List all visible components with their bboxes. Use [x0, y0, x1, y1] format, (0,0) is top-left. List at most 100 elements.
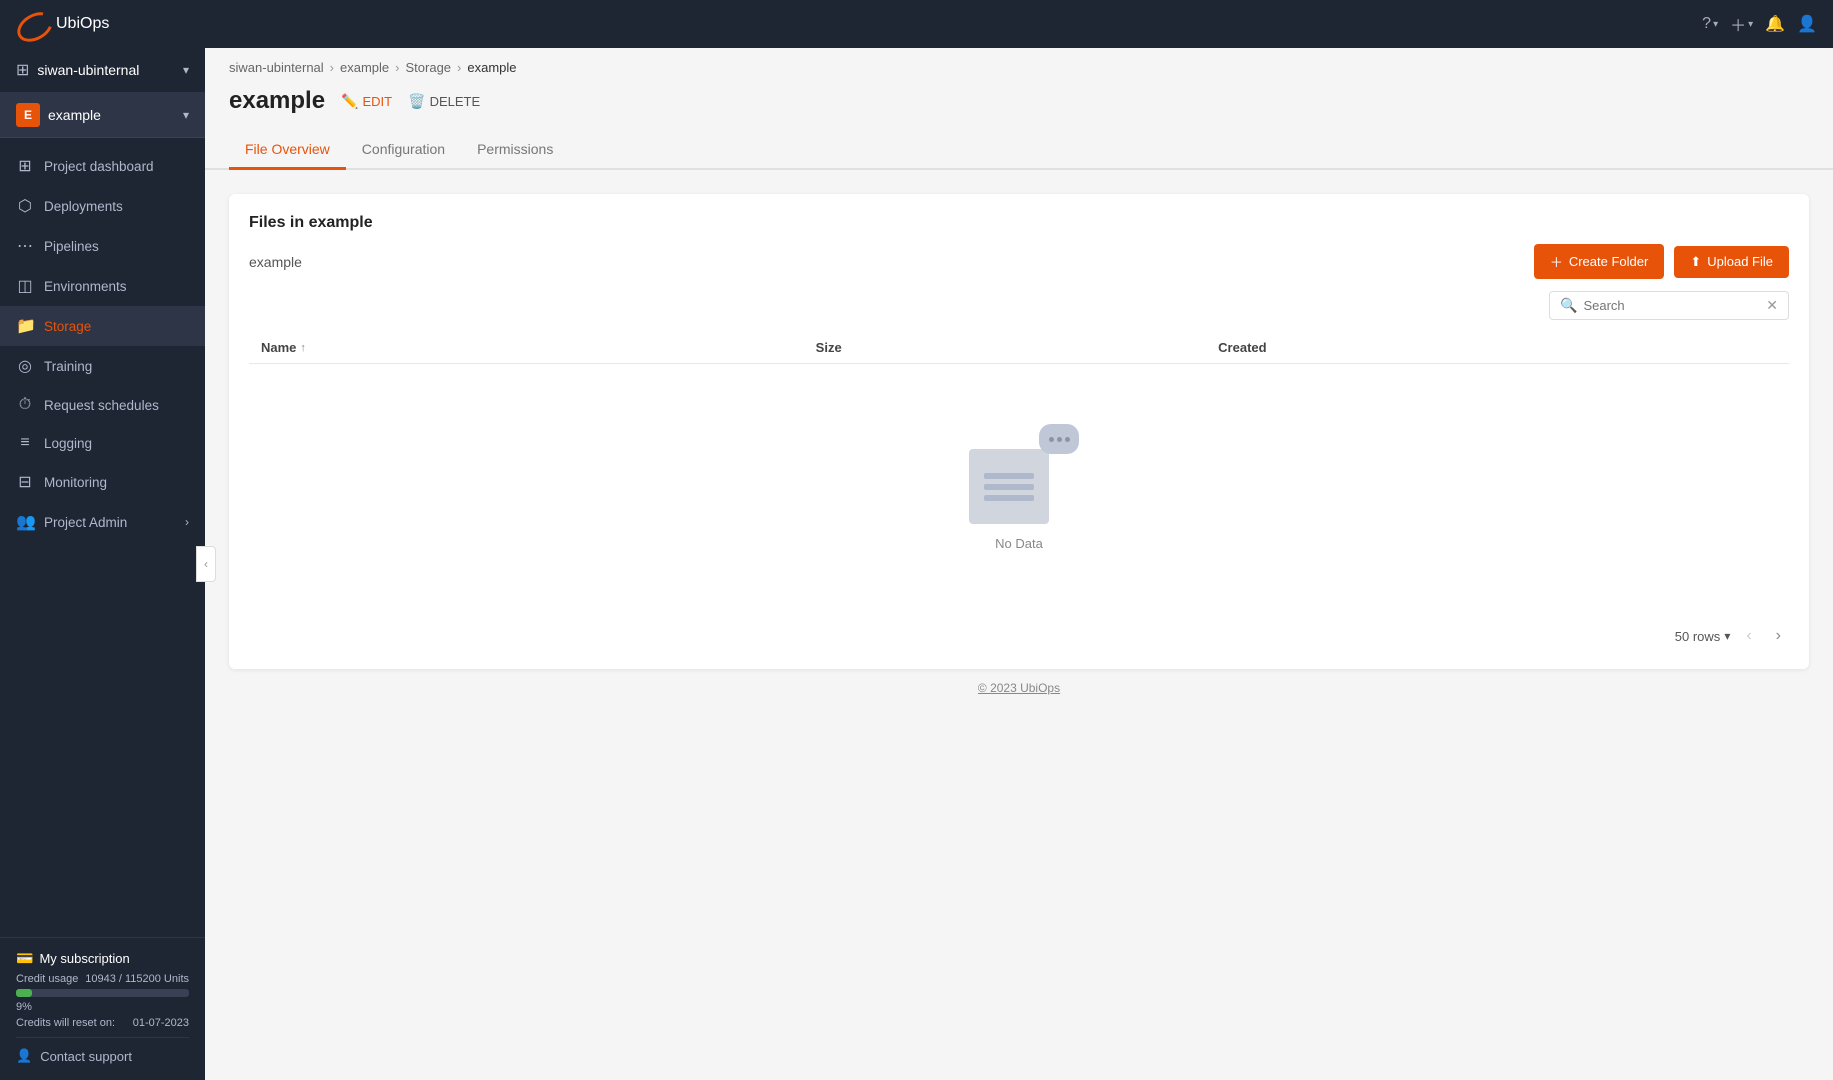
table-header: Name ↑ Size Created [249, 332, 1789, 364]
credit-usage-row: Credit usage 10943 / 115200 Units [16, 973, 189, 985]
logo-icon [16, 14, 48, 34]
sidebar-item-logging[interactable]: ≡ Logging [0, 424, 205, 462]
delete-icon: 🗑️ [408, 93, 425, 110]
tab-configuration[interactable]: Configuration [346, 131, 461, 170]
no-data-doc-icon [969, 449, 1049, 524]
page-header: example ✏️ EDIT 🗑️ DELETE [205, 83, 1833, 131]
org-selector[interactable]: ⊞ siwan-ubinternal ▾ [0, 48, 205, 93]
sidebar-item-pipelines[interactable]: ⋯ Pipelines [0, 226, 205, 266]
sidebar-label: Request schedules [44, 398, 189, 413]
sidebar-label: Training [44, 359, 189, 374]
doc-line-3 [984, 495, 1034, 501]
org-grid-icon: ⊞ [16, 60, 29, 80]
breadcrumb-org[interactable]: siwan-ubinternal [229, 60, 324, 75]
tab-file-overview[interactable]: File Overview [229, 131, 346, 170]
sidebar-item-training[interactable]: ◎ Training [0, 346, 205, 386]
sidebar-collapse-button[interactable]: ‹ [196, 546, 216, 582]
add-button[interactable]: ＋ ▾ [1730, 12, 1753, 36]
no-data-illustration [959, 424, 1079, 524]
org-name: siwan-ubinternal [37, 62, 139, 78]
page-title: example [229, 87, 325, 115]
doc-line-1 [984, 473, 1034, 479]
pipelines-icon: ⋯ [16, 236, 34, 256]
edit-icon: ✏️ [341, 93, 358, 110]
footer: © 2023 UbiOps [229, 669, 1809, 707]
rows-chevron-icon: ▾ [1724, 629, 1730, 643]
tab-permissions-label: Permissions [477, 141, 553, 157]
delete-button[interactable]: 🗑️ DELETE [408, 93, 480, 110]
upload-icon: ⬆ [1690, 254, 1701, 270]
clear-search-icon[interactable]: ✕ [1766, 297, 1778, 314]
bubble-dot-3 [1065, 437, 1070, 442]
notifications-button[interactable]: 🔔 [1765, 14, 1785, 34]
project-selector[interactable]: E example ▾ [0, 93, 205, 138]
storage-icon: 📁 [16, 316, 34, 336]
create-folder-button[interactable]: ＋ Create Folder [1534, 244, 1665, 279]
no-data-label: No Data [995, 536, 1043, 551]
schedules-icon: ⏱ [16, 396, 34, 414]
user-icon: 👤 [1797, 14, 1817, 34]
sidebar-label: Project Admin [44, 515, 175, 530]
content-area: Files in example example ＋ Create Folder… [205, 170, 1833, 1080]
profile-button[interactable]: 👤 [1797, 14, 1817, 34]
contact-support-link[interactable]: 👤 Contact support [16, 1037, 189, 1068]
col-name: Name ↑ [249, 332, 804, 364]
help-chevron: ▾ [1713, 19, 1718, 30]
tab-permissions[interactable]: Permissions [461, 131, 569, 170]
help-button[interactable]: ? ▾ [1702, 15, 1718, 33]
sidebar-item-environments[interactable]: ◫ Environments [0, 266, 205, 306]
sidebar-item-request-schedules[interactable]: ⏱ Request schedules [0, 386, 205, 424]
top-nav: UbiOps ? ▾ ＋ ▾ 🔔 👤 [0, 0, 1833, 48]
credit-reset-row: Credits will reset on: 01-07-2023 [16, 1017, 189, 1029]
breadcrumb-current: example [467, 60, 516, 75]
support-icon: 👤 [16, 1048, 32, 1064]
sort-asc-icon: ↑ [300, 342, 306, 354]
next-page-button[interactable]: › [1768, 623, 1789, 649]
add-icon: ＋ [1730, 12, 1746, 36]
breadcrumb-sep-1: › [330, 60, 334, 75]
sidebar-item-storage[interactable]: 📁 Storage [0, 306, 205, 346]
name-sort-button[interactable]: Name ↑ [261, 340, 792, 355]
search-input[interactable] [1583, 298, 1760, 313]
doc-line-2 [984, 484, 1034, 490]
credit-value: 10943 / 115200 Units [85, 973, 189, 985]
project-avatar: E [16, 103, 40, 127]
tab-file-overview-label: File Overview [245, 141, 330, 157]
dashboard-icon: ⊞ [16, 156, 34, 176]
breadcrumb-sep-3: › [457, 60, 461, 75]
credit-bar-bg [16, 989, 189, 997]
sidebar-item-project-admin[interactable]: 👥 Project Admin › [0, 502, 205, 542]
project-inner: E example [16, 103, 101, 127]
breadcrumb-project[interactable]: example [340, 60, 389, 75]
org-chevron-icon: ▾ [183, 63, 189, 77]
deployments-icon: ⬡ [16, 196, 34, 216]
add-chevron: ▾ [1748, 19, 1753, 30]
col-size: Size [804, 332, 1207, 364]
subscription-panel: 💳 My subscription Credit usage 10943 / 1… [0, 937, 205, 1080]
prev-page-button[interactable]: ‹ [1738, 623, 1759, 649]
upload-file-button[interactable]: ⬆ Upload File [1674, 246, 1789, 278]
top-nav-actions: ? ▾ ＋ ▾ 🔔 👤 [1702, 12, 1817, 36]
edit-label: EDIT [363, 94, 393, 109]
bubble-dot-1 [1049, 437, 1054, 442]
sidebar-item-deployments[interactable]: ⬡ Deployments [0, 186, 205, 226]
search-box: 🔍 ✕ [1549, 291, 1789, 320]
training-icon: ◎ [16, 356, 34, 376]
main-wrapper: ⊞ siwan-ubinternal ▾ E example ▾ ⊞ Proje… [0, 48, 1833, 1080]
edit-button[interactable]: ✏️ EDIT [341, 93, 392, 110]
help-icon: ? [1702, 15, 1711, 33]
collapse-chevron-icon: ‹ [204, 557, 208, 571]
footer-copyright[interactable]: © 2023 UbiOps [978, 681, 1060, 695]
breadcrumb-sep-2: › [395, 60, 399, 75]
monitoring-icon: ⊟ [16, 472, 34, 492]
sidebar-nav: ⊞ Project dashboard ⬡ Deployments ⋯ Pipe… [0, 138, 205, 937]
files-current-path: example [249, 254, 302, 270]
rows-per-page-selector[interactable]: 50 rows ▾ [1675, 629, 1731, 644]
delete-label: DELETE [430, 94, 481, 109]
sidebar-label: Logging [44, 436, 189, 451]
sidebar-item-monitoring[interactable]: ⊟ Monitoring [0, 462, 205, 502]
create-folder-label: Create Folder [1569, 254, 1648, 269]
breadcrumb-storage[interactable]: Storage [406, 60, 452, 75]
sidebar-item-project-dashboard[interactable]: ⊞ Project dashboard [0, 146, 205, 186]
bell-icon: 🔔 [1765, 14, 1785, 34]
